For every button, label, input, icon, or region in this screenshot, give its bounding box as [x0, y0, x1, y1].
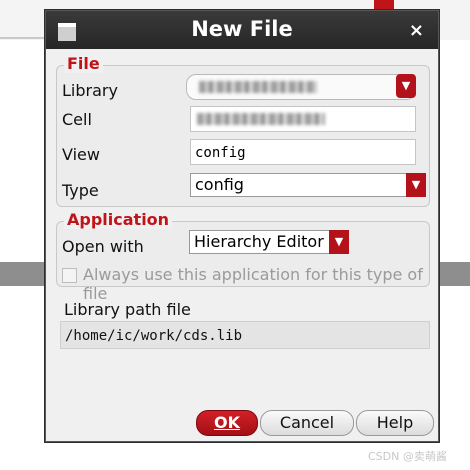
always-use-label: Always use this application for this typ…: [83, 265, 423, 303]
background-gray-bar: [0, 262, 46, 286]
dialog-titlebar: New File ×: [46, 11, 438, 49]
cell-label: Cell: [62, 110, 92, 129]
cell-value-redacted: [197, 113, 325, 125]
library-path-label: Library path file: [64, 300, 191, 319]
ok-button[interactable]: OK: [196, 410, 258, 436]
library-value-redacted: [199, 81, 317, 93]
always-use-checkbox[interactable]: [62, 268, 77, 283]
dialog-title: New File: [191, 17, 293, 41]
background-divider: [0, 37, 46, 39]
library-path-field: /home/ic/work/cds.lib: [60, 321, 430, 349]
open-with-label: Open with: [62, 237, 144, 256]
view-input[interactable]: config: [190, 139, 416, 165]
library-combo[interactable]: ▼: [186, 74, 416, 100]
open-with-select[interactable]: Hierarchy Editor ▼: [189, 230, 349, 254]
close-icon[interactable]: ×: [409, 20, 424, 41]
type-select-value: config: [195, 175, 244, 194]
dropdown-arrow-icon[interactable]: ▼: [329, 230, 349, 254]
help-button[interactable]: Help: [356, 410, 434, 436]
background-red-tab: [374, 0, 394, 10]
application-group-title: Application: [64, 210, 173, 229]
dropdown-arrow-icon[interactable]: ▼: [406, 173, 426, 197]
type-select[interactable]: config ▼: [190, 173, 426, 197]
ok-button-label: OK: [214, 413, 240, 432]
background-gray-bar-right: [436, 262, 470, 286]
cancel-button[interactable]: Cancel: [260, 410, 354, 436]
type-label: Type: [62, 181, 99, 200]
file-group-title: File: [64, 54, 103, 73]
library-label: Library: [62, 81, 118, 100]
cell-input[interactable]: [190, 106, 416, 132]
dropdown-arrow-icon[interactable]: ▼: [396, 74, 416, 98]
help-button-label: Help: [376, 413, 414, 432]
cancel-button-label: Cancel: [279, 413, 335, 432]
view-label: View: [62, 145, 100, 164]
open-with-value: Hierarchy Editor: [194, 232, 324, 251]
new-file-dialog: New File × File Library ▼ Cell View conf…: [45, 10, 439, 442]
watermark: CSDN @卖萌酱: [368, 450, 447, 463]
